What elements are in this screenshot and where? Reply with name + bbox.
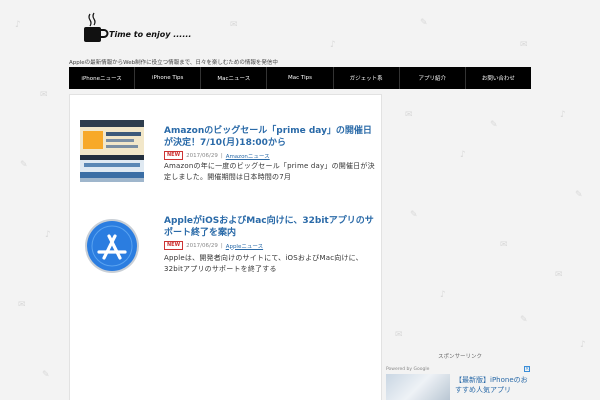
post-excerpt: Appleは、開発者向けのサイトにて、iOSおよびMac向けに、32bitアプリ…: [164, 254, 363, 273]
post-date: 2017/06/29: [186, 152, 218, 159]
post-meta: NEW 2017/06/29 | Amazonニュース: [164, 151, 270, 160]
coffee-cup-icon: [84, 12, 109, 42]
post-meta: NEW 2017/06/29 | Appleニュース: [164, 241, 263, 250]
ad-close-icon[interactable]: ×: [524, 366, 530, 372]
sponsored-heading: スポンサーリンク: [437, 354, 482, 360]
nav-item-iphone-news[interactable]: iPhoneニュース: [69, 67, 136, 89]
new-badge: NEW: [164, 151, 184, 160]
nav-item-contact[interactable]: お問い合わせ: [466, 67, 531, 89]
post-list: Amazonのビッグセール「prime day」の開催日が決定！7/10(月)1…: [69, 94, 382, 400]
logo-text: Time to enjoy ......: [109, 30, 192, 39]
new-badge: NEW: [164, 241, 184, 250]
post-category-link[interactable]: Amazonニュース: [226, 152, 270, 160]
post-thumbnail[interactable]: [84, 218, 140, 274]
site-logo[interactable]: Time to enjoy ......: [83, 12, 191, 46]
ad-thumbnail[interactable]: [386, 374, 450, 400]
ad-title-link[interactable]: 【最新版】iPhoneのおすすめ人気アプリ: [455, 375, 531, 395]
nav-item-iphone-tips[interactable]: iPhone Tips: [135, 67, 202, 89]
meta-separator: |: [220, 152, 223, 159]
post-date: 2017/06/29: [186, 242, 218, 249]
nav-item-gadget[interactable]: ガジェット系: [334, 67, 400, 89]
post-thumbnail[interactable]: [80, 120, 144, 182]
site-tagline: Appleの最新情報からWeb制作に役立つ情報まで、日々を楽しむための情報を発信…: [69, 60, 278, 66]
post-excerpt: Amazonの年に一度のビッグセール「prime day」の開催日が決定しました…: [164, 162, 375, 181]
global-nav: iPhoneニュース iPhone Tips Macニュース Mac Tips …: [69, 67, 531, 89]
post-category-link[interactable]: Appleニュース: [226, 242, 263, 250]
nav-item-apps[interactable]: アプリ紹介: [400, 67, 466, 89]
post-title-link[interactable]: AppleがiOSおよびMac向けに、32bitアプリのサポート終了を案内: [164, 215, 376, 239]
meta-separator: |: [220, 242, 223, 249]
post-title-link[interactable]: Amazonのビッグセール「prime day」の開催日が決定！7/10(月)1…: [164, 125, 376, 149]
powered-by-google: Powered by Google: [386, 367, 430, 372]
nav-item-mac-tips[interactable]: Mac Tips: [267, 67, 334, 89]
nav-item-mac-news[interactable]: Macニュース: [201, 67, 268, 89]
app-store-icon: [85, 219, 139, 273]
amazon-banner-image: [80, 120, 144, 182]
